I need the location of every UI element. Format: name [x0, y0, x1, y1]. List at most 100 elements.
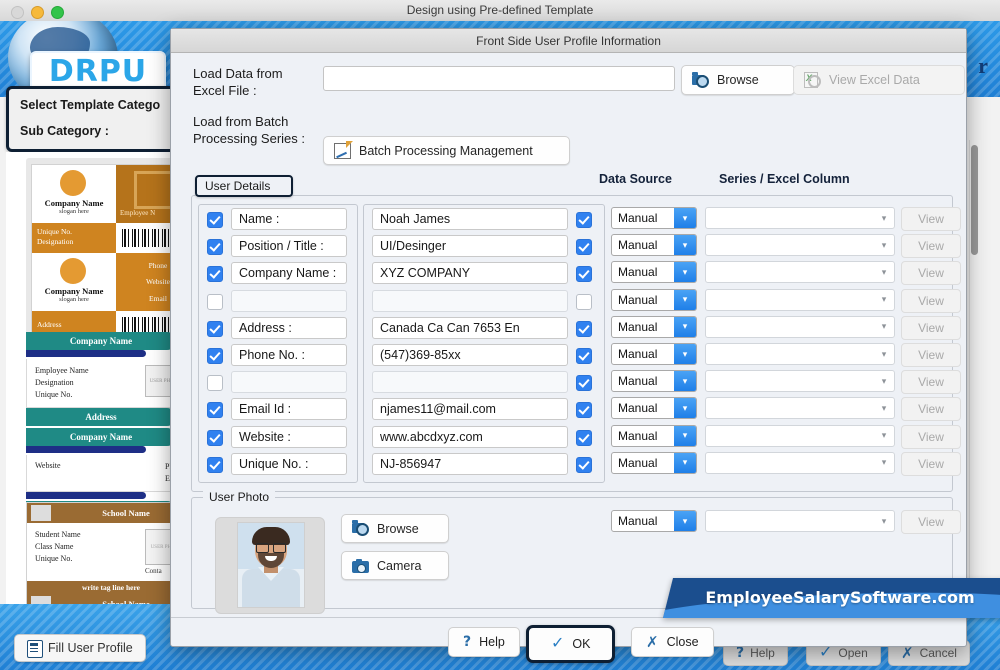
photo-data-source-combo[interactable]: Manual ▾	[611, 510, 697, 532]
app-open-label: Open	[838, 646, 868, 660]
view-button[interactable]: View	[901, 451, 961, 476]
field-enable-checkbox[interactable]	[207, 266, 223, 283]
field-value-input[interactable]	[372, 371, 568, 394]
load-batch-label: Load from Batch Processing Series :	[193, 114, 305, 146]
view-button[interactable]: View	[901, 343, 961, 367]
view-button[interactable]: View	[901, 207, 961, 231]
field-label-input[interactable]	[231, 371, 347, 394]
series-excel-column-combo[interactable]: ▾	[705, 397, 895, 420]
view-button[interactable]: View	[901, 234, 961, 259]
field-label-input[interactable]: Website :	[231, 425, 347, 448]
data-source-combo[interactable]: Manual ▾	[611, 397, 697, 420]
view-button[interactable]: View	[901, 288, 961, 313]
field-value-input[interactable]: njames11@mail.com	[372, 398, 568, 421]
field-label-input[interactable]	[231, 289, 347, 312]
series-excel-column-combo[interactable]: ▾	[705, 370, 895, 393]
view-button[interactable]: View	[901, 261, 961, 286]
field-value-input[interactable]: NJ-856947	[372, 452, 568, 475]
camera-label: Camera	[377, 558, 422, 573]
series-excel-column-combo[interactable]: ▾	[705, 451, 895, 474]
data-source-combo[interactable]: Manual ▾	[611, 315, 697, 338]
excel-file-input[interactable]	[323, 66, 675, 91]
data-source-value: Manual	[618, 401, 658, 416]
field-visible-checkbox[interactable]	[576, 266, 592, 283]
field-label-input[interactable]: Company Name :	[231, 262, 347, 285]
view-button[interactable]: View	[901, 397, 961, 422]
data-source-combo[interactable]: Manual ▾	[611, 261, 697, 284]
data-source-combo[interactable]: Manual ▾	[611, 234, 697, 257]
field-visible-checkbox[interactable]	[576, 348, 592, 364]
view-excel-data-button[interactable]: X View Excel Data	[793, 65, 965, 95]
field-enable-checkbox[interactable]	[207, 375, 223, 392]
data-source-combo[interactable]: Manual ▾	[611, 343, 697, 365]
close-icon: ✗	[646, 633, 659, 651]
series-excel-column-combo[interactable]: ▾	[705, 288, 895, 311]
field-value-input[interactable]: Noah James	[372, 208, 568, 230]
field-label-input[interactable]: Address :	[231, 316, 347, 339]
chevron-down-icon: ▾	[881, 430, 887, 441]
field-enable-checkbox[interactable]	[207, 239, 223, 256]
tab-user-details[interactable]: User Details	[195, 175, 293, 197]
field-value-input[interactable]: (547)369-85xx	[372, 344, 568, 366]
field-enable-checkbox[interactable]	[207, 402, 223, 419]
dialog-help-button[interactable]: ? Help	[448, 627, 520, 657]
template-category-panel[interactable]: Select Template Catego Sub Category :	[6, 86, 194, 152]
browse-photo-button[interactable]: Browse	[341, 514, 449, 543]
chevron-down-icon: ▾	[674, 344, 696, 364]
data-source-combo[interactable]: Manual ▾	[611, 370, 697, 393]
question-icon: ?	[463, 634, 472, 650]
fill-user-profile-button[interactable]: Fill User Profile	[14, 634, 146, 662]
folder-search-icon	[692, 71, 709, 88]
series-excel-column-combo[interactable]: ▾	[705, 424, 895, 447]
field-enable-checkbox[interactable]	[207, 456, 223, 473]
photo-view-button[interactable]: View	[901, 510, 961, 534]
data-source-combo[interactable]: Manual ▾	[611, 207, 697, 229]
data-source-combo[interactable]: Manual ▾	[611, 424, 697, 447]
view-button[interactable]: View	[901, 370, 961, 395]
field-label-input[interactable]: Email Id :	[231, 398, 347, 421]
field-enable-checkbox[interactable]	[207, 293, 223, 310]
field-value-input[interactable]: XYZ COMPANY	[372, 262, 568, 285]
load-excel-label: Load Data from Excel File :	[193, 66, 283, 98]
school-logo-icon	[31, 505, 51, 521]
background-scrollbar-thumb[interactable]	[971, 145, 978, 255]
field-visible-checkbox[interactable]	[576, 429, 592, 446]
field-label-input[interactable]: Position / Title :	[231, 235, 347, 258]
series-excel-column-combo[interactable]: ▾	[705, 315, 895, 338]
template-list[interactable]: Company Name slogan here Employee N Uniq…	[6, 152, 196, 604]
field-value-input[interactable]	[372, 289, 568, 312]
field-value-input[interactable]: Canada Ca Can 7653 En	[372, 316, 568, 339]
batch-processing-management-button[interactable]: Batch Processing Management	[323, 136, 570, 165]
field-visible-checkbox[interactable]	[576, 239, 592, 256]
field-visible-checkbox[interactable]	[576, 293, 592, 310]
field-value-input[interactable]: UI/Desinger	[372, 235, 568, 258]
school-logo-icon	[31, 596, 51, 604]
field-visible-checkbox[interactable]	[576, 375, 592, 392]
dialog-close-button[interactable]: ✗ Close	[631, 627, 714, 657]
field-visible-checkbox[interactable]	[576, 212, 592, 228]
browse-excel-button[interactable]: Browse	[681, 65, 795, 95]
field-enable-checkbox[interactable]	[207, 348, 223, 364]
camera-button[interactable]: Camera	[341, 551, 449, 580]
field-value-input[interactable]: www.abcdxyz.com	[372, 425, 568, 448]
dialog-ok-button[interactable]: ✓ OK	[526, 625, 616, 663]
data-source-combo[interactable]: Manual ▾	[611, 451, 697, 474]
series-excel-column-combo[interactable]: ▾	[705, 234, 895, 257]
field-visible-checkbox[interactable]	[576, 402, 592, 419]
view-button[interactable]: View	[901, 424, 961, 449]
photo-series-combo[interactable]: ▾	[705, 510, 895, 532]
data-source-combo[interactable]: Manual ▾	[611, 288, 697, 311]
view-button[interactable]: View	[901, 315, 961, 340]
field-visible-checkbox[interactable]	[576, 320, 592, 337]
field-label-input[interactable]: Phone No. :	[231, 344, 347, 366]
field-enable-checkbox[interactable]	[207, 429, 223, 446]
field-label-input[interactable]: Unique No. :	[231, 452, 347, 475]
field-visible-checkbox[interactable]	[576, 456, 592, 473]
field-enable-checkbox[interactable]	[207, 320, 223, 337]
field-label-input[interactable]: Name :	[231, 208, 347, 230]
series-excel-column-combo[interactable]: ▾	[705, 343, 895, 365]
data-source-value: Manual	[618, 292, 658, 307]
series-excel-column-combo[interactable]: ▾	[705, 207, 895, 229]
field-enable-checkbox[interactable]	[207, 212, 223, 228]
series-excel-column-combo[interactable]: ▾	[705, 261, 895, 284]
